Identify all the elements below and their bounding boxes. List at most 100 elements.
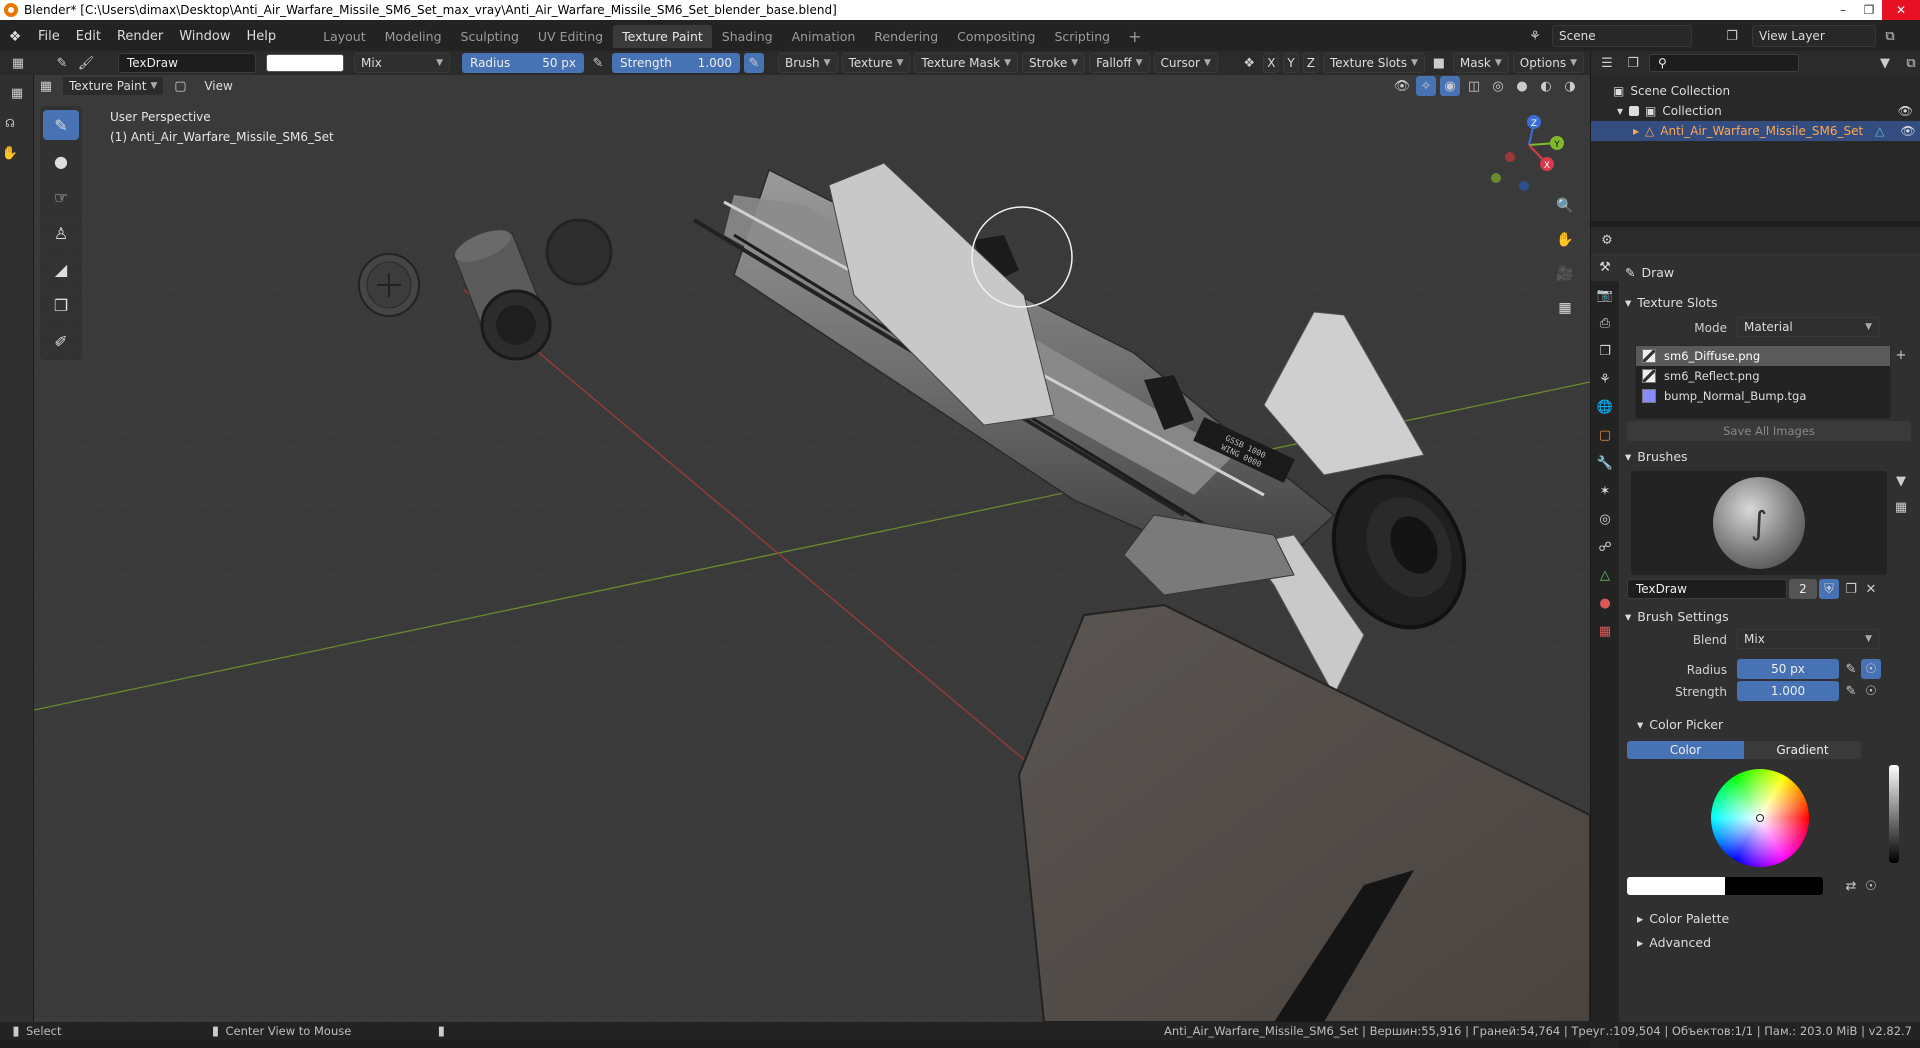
visibility-icon[interactable]: 👁 [1392, 76, 1412, 96]
add-texture-slot-icon[interactable]: + [1891, 345, 1911, 365]
face-mask-toggle[interactable]: ▢ [170, 76, 190, 96]
advanced-panel-header[interactable]: ▸ Advanced [1637, 935, 1920, 950]
filter-icon[interactable]: ▼ [1875, 53, 1895, 73]
secondary-color-swatch[interactable] [1725, 877, 1823, 895]
outliner-search-input[interactable]: ⚲ [1649, 54, 1799, 72]
workspace-tab-animation[interactable]: Animation [783, 25, 865, 48]
modifier-tab-icon[interactable]: 🔧 [1591, 449, 1619, 477]
scene-type-icon[interactable]: ⚘ [1525, 26, 1545, 46]
close-button[interactable]: ✕ [1882, 0, 1920, 20]
strength-field[interactable]: Strength 1.000 [612, 53, 740, 73]
brush-list-toggle-icon[interactable]: ▼ [1891, 471, 1911, 491]
brush-radius-field[interactable]: 50 px [1737, 659, 1839, 679]
color-picker-panel-header[interactable]: ▾ Color Picker [1637, 717, 1920, 732]
wireframe-shading-icon[interactable]: ◎ [1488, 76, 1508, 96]
world-tab-icon[interactable]: 🌐 [1591, 393, 1619, 421]
material-shading-icon[interactable]: ◐ [1536, 76, 1556, 96]
fake-user-shield-icon[interactable]: ⛨ [1819, 579, 1839, 599]
view-layer-tab-icon[interactable]: ❐ [1591, 337, 1619, 365]
clone-tool[interactable]: ♙ [43, 218, 79, 248]
camera-view-icon[interactable]: 🎥 [1552, 261, 1578, 287]
zoom-icon[interactable]: 🔍 [1552, 193, 1578, 219]
physics-tab-icon[interactable]: ◎ [1591, 505, 1619, 533]
outliner-type-icon[interactable]: ☰ [1597, 53, 1617, 73]
color-wheel[interactable] [1711, 769, 1809, 867]
scene-tab-icon[interactable]: ⚘ [1591, 365, 1619, 393]
unlink-brush-icon[interactable]: ✕ [1861, 579, 1881, 599]
smear-tool[interactable]: ☞ [43, 182, 79, 212]
fill-tool[interactable]: ◢ [43, 254, 79, 284]
texture-menu[interactable]: Texture ▼ [841, 53, 911, 73]
brush-settings-panel-header[interactable]: ▾ Brush Settings [1625, 609, 1915, 624]
annotate-tool[interactable]: ✐ [43, 326, 79, 356]
color-tab[interactable]: Color [1627, 741, 1744, 759]
value-slider[interactable] [1889, 765, 1899, 863]
texture-slots-menu[interactable]: Texture Slots ▼ [1323, 53, 1425, 73]
pan-hand-icon[interactable]: ✋ [1552, 227, 1578, 253]
move-view-icon[interactable]: ☊ [0, 113, 20, 133]
scene-selector[interactable]: Scene [1552, 25, 1692, 47]
mirror-y-toggle[interactable]: Y [1283, 53, 1299, 73]
brush-datablock-name[interactable]: TexDraw [1627, 579, 1787, 599]
orthographic-grid-icon[interactable]: ▦ [1552, 295, 1578, 321]
workspace-tab-texture-paint[interactable]: Texture Paint [613, 25, 712, 48]
outliner-object-row[interactable]: ▸ △ Anti_Air_Warfare_Missile_SM6_Set △ 👁 [1591, 121, 1920, 141]
radius-pressure-toggle-icon[interactable]: ✎ [1841, 659, 1861, 679]
soften-tool[interactable]: ● [43, 146, 79, 176]
cursor-menu[interactable]: Cursor ▼ [1153, 53, 1218, 73]
eye-icon[interactable]: 👁 [1898, 104, 1913, 118]
tool-tab-icon[interactable]: ⚒ [1591, 253, 1619, 281]
radius-pressure-icon[interactable]: ✎ [588, 53, 608, 73]
checkbox-icon[interactable] [1629, 106, 1640, 116]
overlay-toggle-icon[interactable]: ◉ [1440, 76, 1460, 96]
brush-menu[interactable]: Brush ▼ [778, 53, 838, 73]
minimize-button[interactable]: – [1830, 0, 1856, 20]
texture-slot-mode-dropdown[interactable]: Material ▼ [1737, 317, 1879, 337]
blender-menu-icon[interactable]: ❖ [0, 24, 30, 50]
brushes-panel-header[interactable]: ▾ Brushes [1625, 449, 1915, 464]
mirror-x-toggle[interactable]: X [1263, 53, 1280, 73]
expand-arrow-icon-2[interactable]: ▸ [1633, 124, 1639, 138]
brush-preview[interactable]: ∫ [1631, 471, 1887, 575]
texture-mask-menu[interactable]: Texture Mask ▼ [914, 53, 1018, 73]
constraints-tab-icon[interactable]: ☍ [1591, 533, 1619, 561]
mode-dropdown[interactable]: Texture Paint ▼ [62, 76, 165, 96]
workspace-tab-compositing[interactable]: Compositing [948, 25, 1044, 48]
view-layer-icon[interactable]: ❐ [1722, 26, 1742, 46]
gizmo-toggle-icon[interactable]: ✧ [1416, 76, 1436, 96]
draw-brush-tool[interactable]: ✎ [43, 110, 79, 140]
hand-pan-icon[interactable]: ✋ [0, 143, 20, 163]
brush-user-count[interactable]: 2 [1789, 579, 1817, 599]
material-tab-icon[interactable]: ● [1591, 589, 1619, 617]
view-layer-selector[interactable]: View Layer [1752, 25, 1876, 47]
mask-menu[interactable]: Mask ▼ [1452, 53, 1509, 73]
menu-render[interactable]: Render [109, 29, 171, 44]
brush-strength-field[interactable]: 1.000 [1737, 681, 1839, 701]
brush-color-swatch[interactable] [266, 54, 344, 72]
radius-unit-toggle-icon[interactable]: ☉ [1861, 659, 1881, 679]
add-workspace-icon[interactable]: + [1120, 27, 1149, 46]
blend-mode-dropdown[interactable]: Mix ▼ [354, 53, 450, 73]
render-tab-icon[interactable]: 📷 [1591, 281, 1619, 309]
output-tab-icon[interactable]: ⎙ [1591, 309, 1619, 337]
menu-help[interactable]: Help [239, 29, 285, 44]
particles-tab-icon[interactable]: ✶ [1591, 477, 1619, 505]
workspace-tab-scripting[interactable]: Scripting [1046, 25, 1120, 48]
mask-toggle-checkbox[interactable]: ■ [1429, 53, 1449, 73]
strength-pressure-toggle-icon[interactable]: ✎ [1841, 681, 1861, 701]
stroke-menu[interactable]: Stroke ▼ [1022, 53, 1086, 73]
new-collection-icon[interactable]: ⧉ [1901, 53, 1920, 73]
texture-tab-icon[interactable]: ▦ [1591, 617, 1619, 645]
xray-toggle-icon[interactable]: ◫ [1464, 76, 1484, 96]
color-wheel-cursor[interactable] [1756, 814, 1764, 822]
workspace-tab-rendering[interactable]: Rendering [865, 25, 947, 48]
workspace-tab-layout[interactable]: Layout [314, 25, 375, 48]
color-unit-toggle-icon[interactable]: ☉ [1861, 876, 1881, 896]
symmetry-icon[interactable]: ❖ [1239, 53, 1259, 73]
strength-unit-toggle-icon[interactable]: ☉ [1861, 681, 1881, 701]
view-menu[interactable]: View [196, 79, 240, 93]
workspace-tab-sculpting[interactable]: Sculpting [452, 25, 528, 48]
outliner-scene-collection[interactable]: ▣ Scene Collection [1591, 81, 1920, 101]
color-palette-panel-header[interactable]: ▸ Color Palette [1637, 911, 1920, 926]
3d-viewport[interactable]: GSSB 1000 WING 0000 Z Y X ▦ Texture Pain… [34, 75, 1590, 1022]
